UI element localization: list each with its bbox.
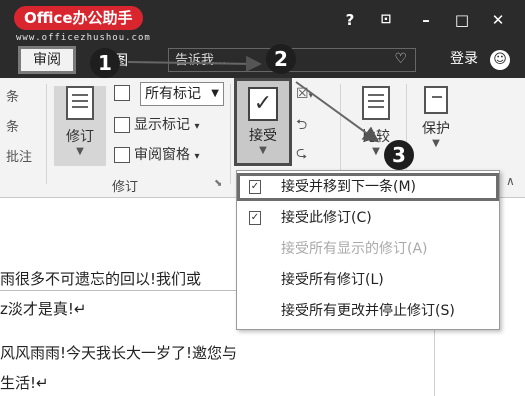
- text-underline: [0, 290, 240, 291]
- chevron-down-icon: ▾: [194, 121, 200, 132]
- markup-icon: [114, 85, 130, 101]
- chevron-down-icon: ▼: [259, 145, 267, 156]
- menu-item-accept-all-and-stop[interactable]: 接受所有更改并停止修订(S): [237, 297, 499, 325]
- menu-item-label: 接受并移到下一条(M): [281, 179, 417, 195]
- accept-dropdown-menu: ✓ 接受并移到下一条(M) ✓ 接受此修订(C) 接受所有显示的修订(A) 接受…: [236, 170, 500, 330]
- menu-item-accept-all-changes[interactable]: 接受所有修订(L): [237, 266, 499, 294]
- ribbon-separator: [406, 84, 407, 184]
- lock-document-icon: [424, 86, 448, 114]
- brand-logo: Office办公助手: [14, 6, 143, 30]
- compare-icon: [362, 86, 390, 120]
- track-changes-button[interactable]: 修订 ▼: [54, 86, 106, 166]
- tab-review[interactable]: 审阅: [18, 46, 76, 74]
- menu-item-accept-and-move-next[interactable]: ✓ 接受并移到下一条(M): [237, 173, 499, 201]
- menu-item-accept-this-change[interactable]: ✓ 接受此修订(C): [237, 204, 499, 232]
- previous-change-icon[interactable]: ⮌: [296, 114, 307, 138]
- menu-item-label: 接受此修订(C): [281, 210, 372, 226]
- accept-label: 接受: [249, 128, 277, 144]
- ribbon-separator: [46, 84, 47, 184]
- chevron-down-icon: ▼: [76, 146, 84, 157]
- chevron-down-icon: ▼: [432, 138, 440, 149]
- accept-check-icon: ✓: [249, 180, 261, 194]
- show-markup-button[interactable]: 显示标记 ▾: [114, 114, 199, 136]
- ribbon-left-stub-2: 条: [6, 120, 20, 135]
- help-button[interactable]: ?: [338, 10, 362, 30]
- track-changes-label: 修订: [66, 129, 94, 145]
- review-pane-label: 审阅窗格: [134, 147, 190, 163]
- accept-check-icon: ✓: [249, 211, 261, 225]
- ribbon-tab-row: 审阅 图 ♡ 登录 ☺: [0, 42, 525, 78]
- doc-line: z淡才是真!↵: [0, 300, 87, 318]
- show-markup-label: 显示标记: [134, 117, 190, 133]
- menu-item-label: 接受所有更改并停止修订(S): [281, 303, 455, 319]
- reject-icon[interactable]: ☒▾: [296, 86, 313, 102]
- menu-item-label: 接受所有显示的修订(A): [281, 241, 428, 257]
- chevron-down-icon: ▾: [194, 151, 200, 162]
- menu-item-accept-all-shown: 接受所有显示的修订(A): [237, 235, 499, 263]
- doc-line: 生活!↵: [0, 374, 49, 392]
- dialog-launcher-icon[interactable]: ⬊: [214, 178, 222, 189]
- next-change-icon[interactable]: ⮎: [296, 142, 307, 166]
- ribbon-left-stub-3: 批注: [6, 150, 33, 165]
- login-link[interactable]: 登录: [450, 48, 478, 68]
- ribbon-separator: [340, 84, 341, 184]
- smiley-feedback-icon[interactable]: ☺: [490, 50, 510, 70]
- markup-select-value: 所有标记: [145, 86, 201, 102]
- group-label-track-changes: 修订: [112, 180, 139, 195]
- track-changes-icon: [66, 86, 94, 120]
- ribbon-separator: [230, 84, 231, 184]
- lightbulb-icon: ♡: [394, 51, 407, 67]
- menu-item-label: 接受所有修订(L): [281, 272, 384, 288]
- callout-step-2: 2: [266, 44, 296, 74]
- review-pane-icon: [114, 147, 130, 163]
- doc-line: 雨很多不可遗忘的回以!我们或: [0, 270, 202, 288]
- ribbon-left-stub-1: 条: [6, 90, 20, 105]
- protect-button[interactable]: 保护 ▼: [414, 86, 458, 149]
- protect-label: 保护: [422, 121, 450, 137]
- doc-line: 风风雨雨!今天我长大一岁了!邀您与: [0, 344, 238, 362]
- show-markup-icon: [114, 117, 130, 133]
- accept-check-icon: ✓: [248, 87, 278, 121]
- collapse-ribbon-icon[interactable]: ∧: [506, 174, 515, 188]
- callout-step-1: 1: [90, 48, 120, 78]
- markup-select[interactable]: 所有标记 ▼: [140, 82, 224, 106]
- review-pane-button[interactable]: 审阅窗格 ▾: [114, 144, 199, 166]
- chevron-down-icon: ▼: [211, 88, 219, 99]
- markup-type-icon-row: [114, 82, 134, 104]
- ribbon-display-options-icon[interactable]: ⊡: [374, 10, 398, 30]
- close-button[interactable]: ✕: [486, 10, 510, 30]
- minimize-button[interactable]: –: [414, 10, 438, 30]
- callout-step-3: 3: [384, 140, 414, 170]
- title-bar: Office办公助手 www.officezhushou.com ? ⊡ – □…: [0, 0, 525, 43]
- maximize-button[interactable]: □: [450, 10, 474, 30]
- accept-button[interactable]: ✓ 接受 ▼: [234, 78, 292, 166]
